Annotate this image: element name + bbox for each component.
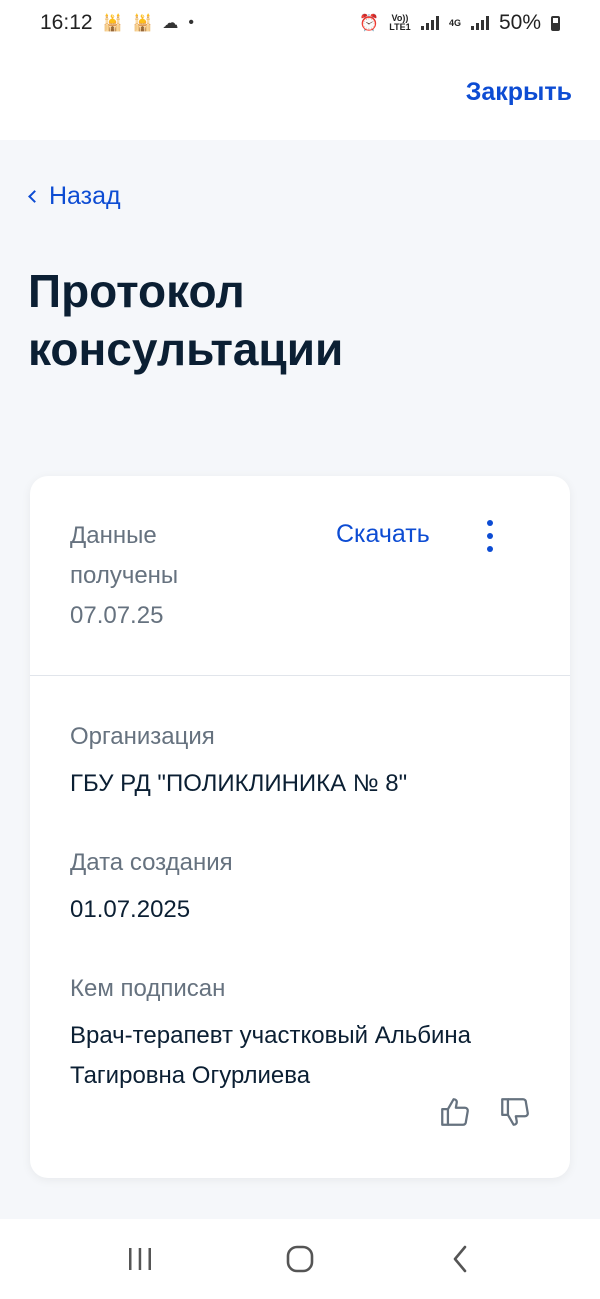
close-button[interactable]: Закрыть (466, 78, 572, 107)
field-value: 01.07.2025 (70, 896, 191, 923)
more-options-icon[interactable] (476, 520, 504, 552)
recent-apps-button[interactable] (110, 1229, 170, 1289)
network-4g-label: 4G (448, 17, 461, 28)
field-value: ГБУ РД "ПОЛИКЛИНИКА № 8" (70, 770, 408, 797)
system-nav-bar (0, 1219, 600, 1299)
signal-icon-2 (470, 16, 489, 30)
feedback-buttons (438, 1094, 532, 1130)
back-label: Назад (49, 182, 121, 210)
status-bar-right: ⏰ Vo)) LTE1 4G 50% (359, 11, 560, 35)
status-bar-left: 16:12 🕌 🕌 ☁ • (40, 11, 194, 35)
back-nav-button[interactable] (430, 1229, 490, 1289)
screen: 16:12 🕌 🕌 ☁ • ⏰ Vo)) LTE1 4G 50% Закрыть… (0, 0, 600, 1299)
alarm-icon: ⏰ (359, 15, 379, 32)
document-card: Данные получены 07.07.25 Скачать Организ… (30, 476, 570, 1178)
mosque-icon: 🕌 (102, 15, 123, 32)
field-created-date: Дата создания 01.07.2025 (70, 848, 540, 930)
page-title: Протокол консультации (28, 265, 344, 375)
home-icon (286, 1245, 314, 1273)
field-organization: Организация ГБУ РД "ПОЛИКЛИНИКА № 8" (70, 722, 540, 804)
field-value: Врач-терапевт участковый Альбина Тагиров… (70, 1022, 471, 1089)
battery-icon (551, 15, 560, 31)
chevron-left-icon (28, 190, 41, 203)
dot-icon: • (188, 14, 195, 31)
chevron-left-icon (453, 1245, 467, 1273)
mosque-icon-2: 🕌 (132, 15, 153, 32)
card-header: Данные получены 07.07.25 Скачать (30, 476, 570, 676)
thumbs-down-icon[interactable] (498, 1094, 532, 1130)
recent-apps-icon (129, 1248, 151, 1270)
volte-label: Vo)) LTE1 (389, 13, 411, 32)
back-button[interactable]: Назад (26, 182, 121, 211)
cloud-icon: ☁ (162, 15, 179, 32)
received-label: Данные получены (70, 522, 179, 589)
status-time: 16:12 (40, 11, 93, 34)
field-label: Кем подписан (70, 975, 226, 1002)
signal-icon (420, 16, 439, 30)
battery-percent: 50% (498, 11, 541, 34)
field-label: Дата создания (70, 849, 233, 876)
field-label: Организация (70, 723, 215, 750)
top-header: Закрыть (0, 46, 600, 140)
home-button[interactable] (270, 1229, 330, 1289)
download-button[interactable]: Скачать (336, 520, 430, 549)
field-signed-by: Кем подписан Врач-терапевт участковый Ал… (70, 974, 540, 1096)
status-bar: 16:12 🕌 🕌 ☁ • ⏰ Vo)) LTE1 4G 50% (0, 0, 600, 46)
thumbs-up-icon[interactable] (438, 1094, 472, 1130)
received-date: 07.07.25 (70, 602, 164, 629)
received-info: Данные получены 07.07.25 (70, 516, 250, 636)
